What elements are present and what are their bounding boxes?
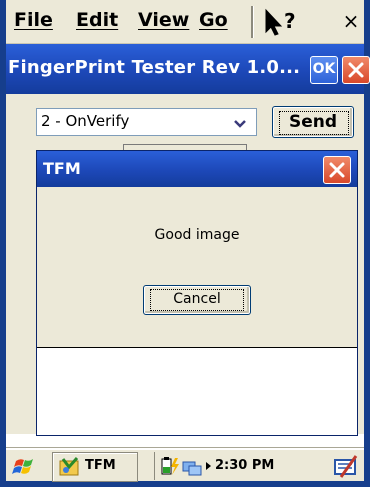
start-button[interactable]	[8, 452, 46, 480]
menu-divider-highlight	[253, 6, 254, 38]
dialog-title: TFM	[43, 159, 81, 178]
window-title: FingerPrint Tester Rev 1.0...	[8, 57, 301, 78]
clock[interactable]: 2:30 PM	[215, 458, 274, 473]
dialog-message: Good image	[154, 227, 240, 243]
windows-flag-icon	[12, 459, 33, 474]
svg-text:?: ?	[284, 9, 296, 33]
message-dialog: TFM Good image Cancel	[36, 150, 358, 436]
menu-bar: File Edit View Go ? ×	[6, 0, 364, 44]
command-select-value: 2 - OnVerify	[41, 112, 130, 130]
dialog-content-area	[37, 348, 357, 435]
battery-icon	[161, 457, 172, 475]
whats-this-help-icon[interactable]: ?	[262, 8, 302, 36]
charge-bolt-icon	[171, 458, 179, 475]
taskbar-item-tfm[interactable]: TFM	[52, 452, 138, 482]
ok-button[interactable]: OK	[310, 56, 338, 84]
window-close-button[interactable]	[342, 56, 370, 84]
taskbar: TFM 2:30 PM	[6, 448, 364, 482]
arrow-right-icon	[206, 462, 211, 470]
network-icon	[182, 461, 202, 476]
menubar-close-button[interactable]: ×	[336, 6, 366, 36]
send-button-label: Send	[288, 112, 338, 132]
app-icon	[59, 457, 79, 476]
tray-icons	[161, 457, 211, 476]
menu-go[interactable]: Go	[199, 9, 228, 31]
menu-file[interactable]: File	[14, 9, 53, 31]
keyboard-icon[interactable]	[332, 452, 360, 480]
menu-view[interactable]: View	[138, 9, 189, 31]
chevron-down-icon[interactable]	[229, 113, 251, 133]
close-icon	[348, 62, 364, 78]
menu-edit[interactable]: Edit	[76, 9, 118, 31]
taskbar-item-label: TFM	[85, 458, 116, 473]
title-bar: FingerPrint Tester Rev 1.0... OK	[6, 44, 370, 94]
send-button[interactable]: Send	[272, 106, 354, 138]
close-icon	[329, 162, 345, 178]
command-select[interactable]: 2 - OnVerify	[36, 108, 257, 136]
dialog-title-bar: TFM	[37, 151, 357, 187]
system-tray: 2:30 PM	[154, 452, 329, 480]
cancel-button-label: Cancel	[173, 291, 221, 307]
cancel-button[interactable]: Cancel	[143, 285, 251, 315]
dialog-close-button[interactable]	[323, 156, 351, 184]
